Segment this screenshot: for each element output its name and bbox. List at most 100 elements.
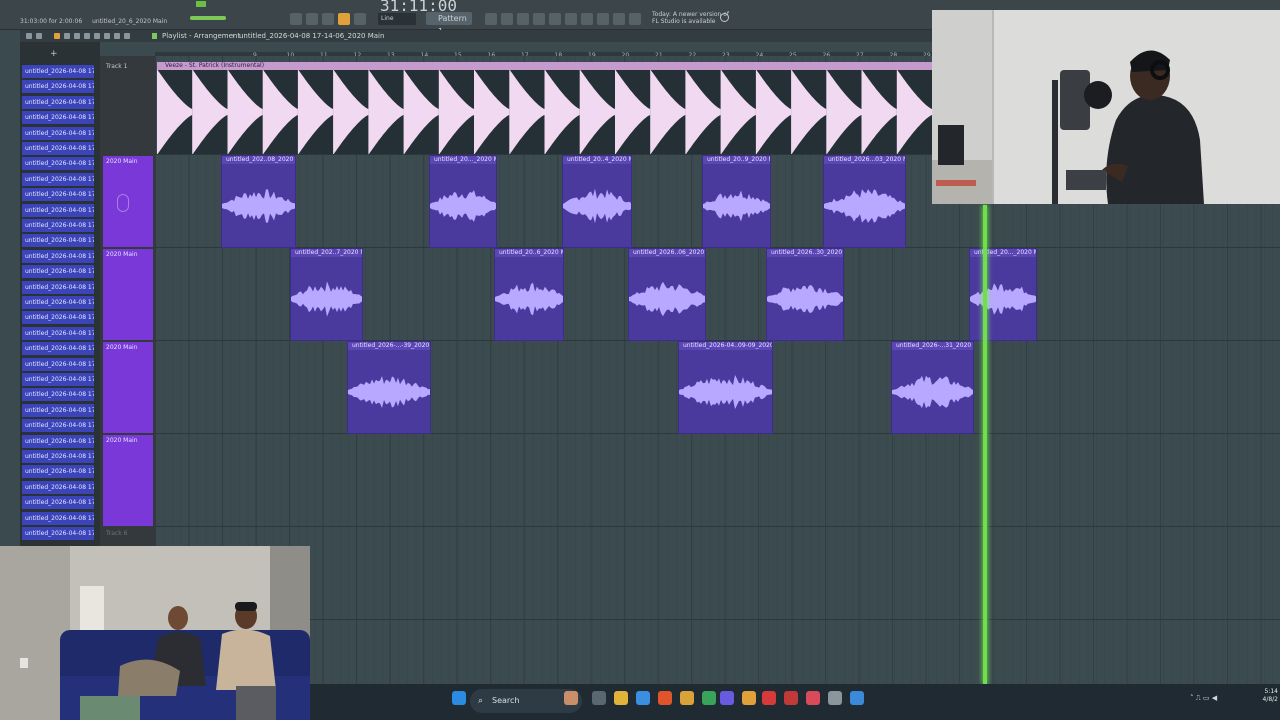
chrome-icon[interactable]	[680, 691, 694, 705]
browser-item[interactable]: untitled_2026-04-08 17-	[22, 465, 94, 479]
magnet-icon[interactable]	[36, 33, 42, 39]
hint-icon[interactable]	[629, 13, 641, 25]
playlist-icon[interactable]	[485, 13, 497, 25]
add-icon[interactable]: +	[50, 50, 58, 59]
browser-item[interactable]: untitled_2026-04-08 17-	[22, 65, 94, 78]
mute-icon[interactable]	[84, 33, 90, 39]
browser-item[interactable]: untitled_2026-04-08 17-	[22, 203, 94, 217]
track-header-1[interactable]: Track 1	[103, 61, 153, 154]
browser-item[interactable]: untitled_2026-04-08 17-	[22, 342, 94, 356]
browser-item[interactable]: untitled_2026-04-08 17-	[22, 142, 94, 155]
browser-item[interactable]: untitled_2026-04-08 17-	[22, 434, 94, 448]
task-view-icon[interactable]	[592, 691, 606, 705]
vocal-audio-clip[interactable]: untitled_20..._2020 Main	[429, 155, 497, 248]
mixer-icon[interactable]	[533, 13, 545, 25]
video-icon[interactable]	[762, 691, 776, 705]
file-icon[interactable]	[565, 13, 577, 25]
vocal-audio-clip[interactable]: untitled_2026..30_2020 Main	[766, 248, 844, 341]
browser-item[interactable]: untitled_2026-04-08 17-	[22, 419, 94, 433]
track-header-5[interactable]: 2020 Main	[103, 435, 153, 526]
track-header-3[interactable]: 2020 Main	[103, 249, 153, 340]
stamp-icon[interactable]	[354, 13, 366, 25]
vocal-audio-clip[interactable]: untitled_2026...03_2020 Main	[823, 155, 906, 248]
browser-item[interactable]: untitled_2026-04-08 17-	[22, 296, 94, 309]
vocal-audio-clip[interactable]: untitled_20..9_2020 Main	[702, 155, 771, 248]
breadcrumb-playlist[interactable]: Playlist - Arrangement	[162, 30, 240, 42]
decorative-badge-icon[interactable]	[564, 691, 578, 705]
browser-item[interactable]: untitled_2026-04-08 17-	[22, 280, 94, 294]
browser-item[interactable]: untitled_2026-04-08 17-	[22, 172, 94, 186]
pencil-icon[interactable]	[54, 33, 60, 39]
browser-item[interactable]: untitled_2026-04-08 17-	[22, 403, 94, 417]
breadcrumb-project[interactable]: untitled_2026-04-08 17-14-06_2020 Main	[239, 30, 384, 42]
store-icon[interactable]	[636, 691, 650, 705]
browser-item[interactable]: untitled_2026-04-08 17-	[22, 219, 94, 232]
vocal-audio-clip[interactable]: untitled_20..._2020 Main	[969, 248, 1037, 341]
track-header-6[interactable]: Track 6	[103, 528, 153, 544]
browser-item[interactable]: untitled_2026-04-08 17-	[22, 326, 94, 340]
browser-item[interactable]: untitled_2026-04-08 17-	[22, 265, 94, 279]
track-header-4[interactable]: 2020 Main	[103, 342, 153, 433]
browser-item[interactable]: untitled_2026-04-08 17-	[22, 527, 94, 540]
browser-item[interactable]: untitled_2026-04-08 17-	[22, 511, 94, 525]
windows-start-icon[interactable]	[452, 691, 466, 705]
browser-item[interactable]: untitled_2026-04-08 17-	[22, 388, 94, 402]
snap-select[interactable]: Line	[378, 13, 416, 25]
piano-roll-icon[interactable]	[501, 13, 513, 25]
update-notice[interactable]: Today: A newer version of FL Studio is a…	[652, 11, 729, 25]
beat-audio-clip[interactable]: Veeze - St. Patrick (Instrumental)	[157, 62, 932, 154]
browser-item[interactable]: untitled_2026-04-08 17-	[22, 111, 94, 125]
vocal-audio-clip[interactable]: untitled_2026-...31_2020 Main	[891, 341, 974, 434]
draw-icon[interactable]	[322, 13, 334, 25]
tools-icon[interactable]	[597, 13, 609, 25]
browser-item[interactable]: untitled_2026-04-08 17-	[22, 373, 94, 386]
pattern-selector[interactable]: Pattern 1	[426, 12, 472, 36]
vocal-audio-clip[interactable]: untitled_2026-04..09-09_2020 Main	[678, 341, 773, 434]
vocal-audio-clip[interactable]: untitled_2026..06_2020 Main	[628, 248, 706, 341]
piano-icon[interactable]	[290, 13, 302, 25]
vocal-audio-clip[interactable]: untitled_2026-...-39_2020 Main	[347, 341, 431, 434]
plugin-icon[interactable]	[581, 13, 593, 25]
arrow-right-icon[interactable]	[306, 13, 318, 25]
playback-icon[interactable]	[124, 33, 130, 39]
vocal-audio-clip[interactable]: untitled_20..6_2020 Main	[494, 248, 564, 341]
menu-arrow-icon[interactable]	[26, 33, 32, 39]
browser-item[interactable]: untitled_2026-04-08 17-	[22, 80, 94, 94]
delete-icon[interactable]	[74, 33, 80, 39]
brush-icon[interactable]	[64, 33, 70, 39]
maps-icon[interactable]	[806, 691, 820, 705]
settings-icon[interactable]	[828, 691, 842, 705]
fl-studio-icon[interactable]	[742, 691, 756, 705]
browser-item[interactable]: untitled_2026-04-08 17-	[22, 450, 94, 463]
browser-icon[interactable]	[549, 13, 561, 25]
playhead[interactable]	[983, 205, 987, 685]
vocal-audio-clip[interactable]: untitled_202..7_2020 Main	[290, 248, 363, 341]
snap-magnet-icon[interactable]	[338, 13, 350, 25]
browser-item[interactable]: untitled_2026-04-08 17-	[22, 357, 94, 371]
browser-item[interactable]: untitled_2026-04-08 17-	[22, 496, 94, 510]
system-tray[interactable]: ˄ ⎍ ▭ ◀	[1190, 694, 1230, 704]
master-volume-slider[interactable]	[190, 16, 226, 20]
refresh-icon[interactable]	[720, 13, 729, 22]
zoom-icon[interactable]	[114, 33, 120, 39]
browser-item[interactable]: untitled_2026-04-08 17-	[22, 480, 94, 494]
discord-icon[interactable]	[720, 691, 734, 705]
track-header-2[interactable]: 2020 Main	[103, 156, 153, 247]
playlist-play-icon[interactable]	[152, 33, 157, 39]
microphone-icon[interactable]	[613, 13, 625, 25]
browser-item[interactable]: untitled_2026-04-08 17-	[22, 234, 94, 248]
slice-icon[interactable]	[94, 33, 100, 39]
taskbar-clock[interactable]: 5:14 4/8/2	[1263, 688, 1279, 704]
browser-item[interactable]: untitled_2026-04-08 17-	[22, 126, 94, 140]
browser-item[interactable]: untitled_2026-04-08 17-	[22, 311, 94, 325]
vocal-audio-clip[interactable]: untitled_202..08_2020 Main	[221, 155, 296, 248]
browser-item[interactable]: untitled_2026-04-08 17-	[22, 249, 94, 263]
select-icon[interactable]	[104, 33, 110, 39]
browser-item[interactable]: untitled_2026-04-08 17-	[22, 95, 94, 109]
play-button[interactable]	[196, 1, 206, 7]
file-explorer-icon[interactable]	[614, 691, 628, 705]
vocal-audio-clip[interactable]: untitled_20..4_2020 Main	[562, 155, 632, 248]
browser-item[interactable]: untitled_2026-04-08 17-	[22, 188, 94, 202]
channel-rack-icon[interactable]	[517, 13, 529, 25]
chrome-alt-icon[interactable]	[702, 691, 716, 705]
